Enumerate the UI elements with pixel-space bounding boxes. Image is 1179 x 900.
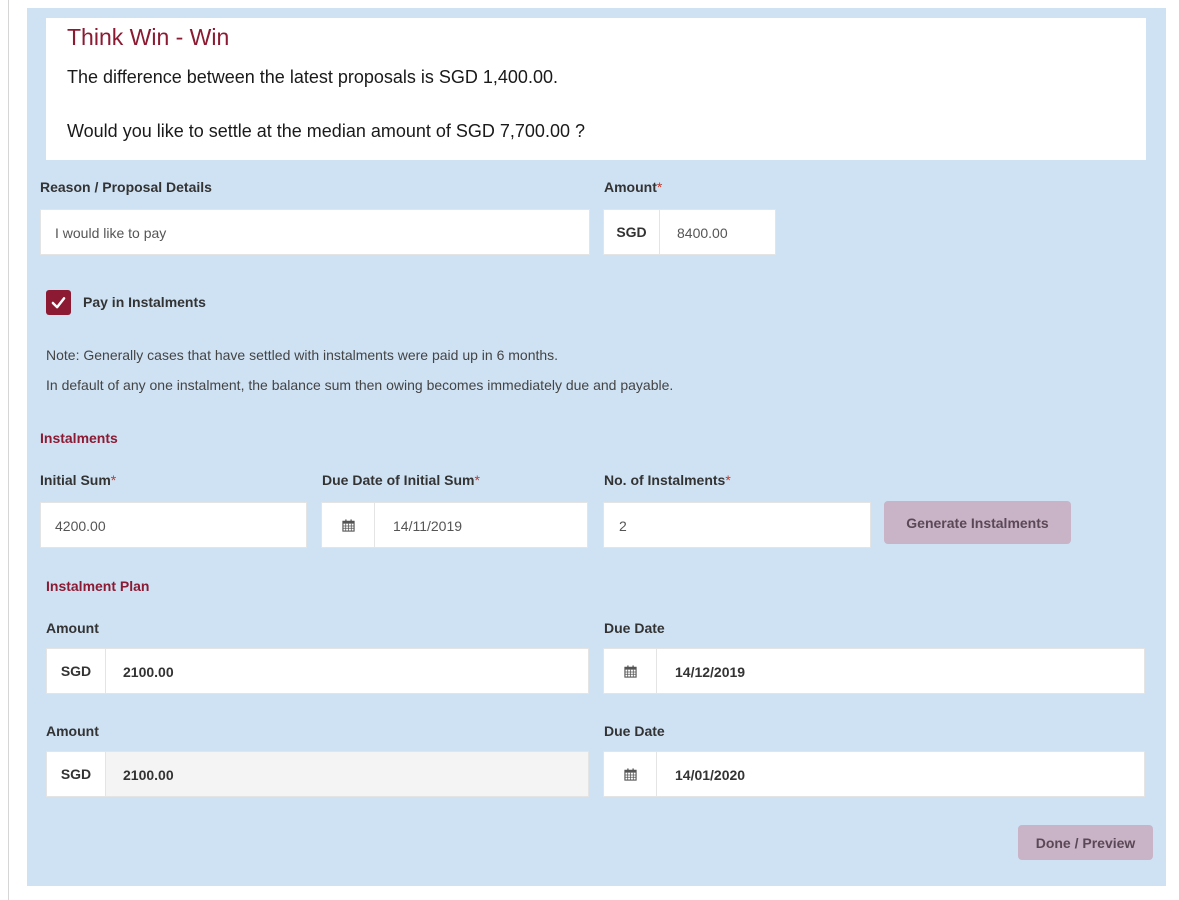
calendar-icon [623,767,637,781]
plan-due-date-label: Due Date [604,723,665,739]
calendar-addon[interactable] [604,649,657,693]
calendar-addon[interactable] [322,503,375,547]
amount-input[interactable]: SGD 8400.00 [603,209,776,255]
calendar-addon[interactable] [604,752,657,796]
plan-due-date-value: 14/01/2020 [675,767,746,783]
initial-sum-value: 4200.00 [55,518,106,534]
note-line-1: Note: Generally cases that have settled … [46,347,559,363]
reason-value: I would like to pay [55,225,167,241]
currency-addon: SGD [604,210,660,254]
initial-sum-label: Initial Sum* [40,472,117,488]
done-preview-button[interactable]: Done / Preview [1018,825,1153,860]
currency-addon: SGD [47,649,106,693]
calendar-icon [623,664,637,678]
instalments-heading: Instalments [40,430,118,446]
amount-value: 8400.00 [677,225,728,241]
currency-addon: SGD [47,752,106,796]
plan-due-date-input[interactable]: 14/12/2019 [603,648,1145,694]
initial-sum-input[interactable]: 4200.00 [40,502,307,548]
plan-amount-input[interactable]: SGD 2100.00 [46,648,589,694]
no-of-instalments-value: 2 [619,518,627,534]
plan-amount-value: 2100.00 [123,767,174,783]
generate-instalments-button[interactable]: Generate Instalments [884,501,1071,544]
required-asterisk: * [656,179,663,195]
plan-due-date-value: 14/12/2019 [675,664,746,680]
banner-title: Think Win - Win [67,24,230,50]
due-date-initial-input[interactable]: 14/11/2019 [321,502,588,548]
due-date-initial-value: 14/11/2019 [393,518,463,534]
plan-amount-value: 2100.00 [123,664,174,680]
reason-label: Reason / Proposal Details [40,179,212,195]
plan-due-date-label: Due Date [604,620,665,636]
no-of-instalments-input[interactable]: 2 [603,502,871,548]
instalment-plan-heading: Instalment Plan [46,578,150,594]
banner-median-question: Would you like to settle at the median a… [67,121,585,141]
banner-difference-text: The difference between the latest propos… [67,67,558,87]
plan-amount-input[interactable]: SGD 2100.00 [46,751,589,797]
amount-label: Amount* [604,179,663,195]
note-line-2: In default of any one instalment, the ba… [46,377,674,393]
plan-amount-label: Amount [46,620,99,636]
no-of-instalments-label: No. of Instalments* [604,472,731,488]
reason-input[interactable]: I would like to pay [40,209,590,255]
win-win-banner: Think Win - Win The difference between t… [46,18,1146,160]
plan-amount-label: Amount [46,723,99,739]
page-left-border [8,0,9,900]
calendar-icon [341,518,355,532]
pay-in-instalments-label[interactable]: Pay in Instalments [83,294,206,310]
pay-in-instalments-checkbox[interactable] [46,290,71,315]
check-icon [51,297,66,309]
due-date-initial-label: Due Date of Initial Sum* [322,472,480,488]
plan-due-date-input[interactable]: 14/01/2020 [603,751,1145,797]
